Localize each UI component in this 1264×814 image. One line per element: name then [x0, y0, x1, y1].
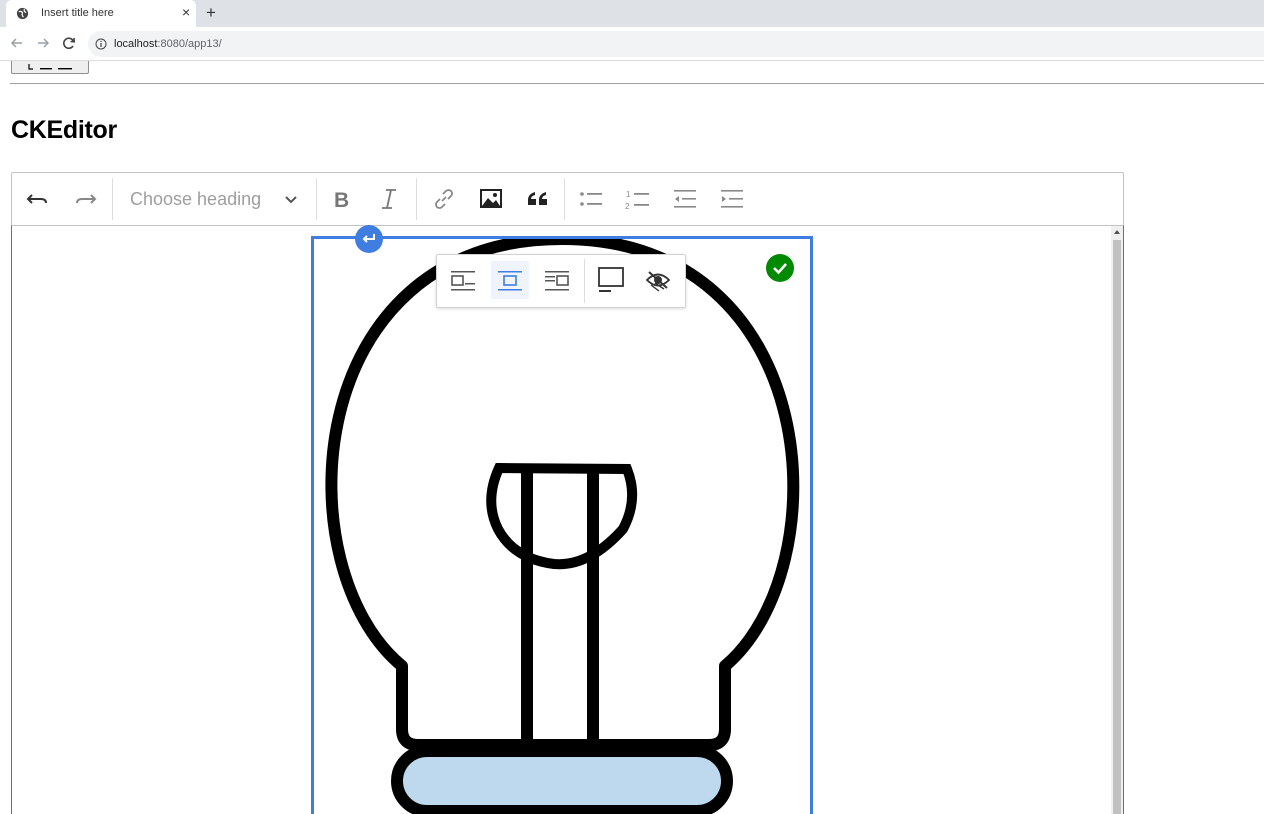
editor-content-area[interactable]	[11, 225, 1124, 814]
redo-icon[interactable]	[72, 186, 98, 212]
svg-text:2: 2	[625, 202, 630, 211]
partial-button-glyph	[28, 64, 72, 70]
bulleted-list-icon[interactable]	[578, 186, 604, 212]
reload-icon[interactable]	[61, 35, 77, 51]
image-icon[interactable]	[478, 186, 504, 212]
svg-text:1: 1	[626, 190, 631, 199]
ckeditor: Choose heading B 1 2	[11, 172, 1124, 814]
partial-button[interactable]	[11, 61, 89, 74]
image-fullwidth-icon[interactable]	[592, 261, 630, 299]
scroll-up-icon[interactable]	[1114, 230, 1120, 234]
new-tab-button[interactable]: +	[206, 3, 216, 23]
image-toolbar-separator	[584, 259, 585, 303]
link-icon[interactable]	[431, 186, 457, 212]
chevron-down-icon	[285, 196, 297, 204]
divider	[10, 83, 1264, 84]
italic-icon[interactable]	[376, 186, 402, 212]
forward-icon[interactable]	[35, 35, 51, 51]
image-align-left-icon[interactable]	[444, 261, 482, 299]
numbered-list-icon[interactable]: 1 2	[625, 186, 651, 212]
outdent-icon[interactable]	[672, 186, 698, 212]
omnibox[interactable]	[88, 31, 1264, 57]
heading-dropdown-label: Choose heading	[130, 189, 262, 209]
editor-scrollbar[interactable]	[1111, 226, 1123, 814]
svg-text:B: B	[334, 189, 349, 212]
lightbulb-image	[325, 239, 800, 814]
tab-close-button[interactable]: ×	[182, 5, 190, 19]
indent-icon[interactable]	[719, 186, 745, 212]
toolbar-separator	[564, 178, 565, 220]
info-icon[interactable]	[95, 38, 107, 50]
image-align-center-icon[interactable]	[491, 261, 529, 299]
insert-paragraph-icon[interactable]	[355, 225, 383, 253]
image-align-right-icon[interactable]	[538, 261, 576, 299]
page-content: CKEditor Choose heading B 1 2	[0, 61, 1264, 814]
page-title: CKEditor	[11, 116, 117, 144]
hide-icon[interactable]	[639, 261, 677, 299]
browser-tab-bar: Insert title here × +	[0, 0, 1264, 27]
selected-image[interactable]	[311, 236, 813, 814]
check-icon	[766, 254, 794, 282]
tab-title: Insert title here	[41, 7, 114, 19]
url-host: localhost	[114, 38, 158, 50]
back-icon[interactable]	[9, 35, 25, 51]
url-path: :8080/app13/	[157, 38, 222, 50]
editor-toolbar: Choose heading B 1 2	[11, 172, 1124, 226]
toolbar-separator	[112, 178, 113, 220]
scrollbar-thumb[interactable]	[1113, 240, 1121, 814]
image-toolbar	[436, 254, 686, 308]
undo-icon[interactable]	[25, 186, 51, 212]
globe-icon	[16, 7, 29, 20]
toolbar-separator	[416, 178, 417, 220]
toolbar-separator	[316, 178, 317, 220]
browser-tab[interactable]: Insert title here ×	[6, 0, 196, 27]
blockquote-icon[interactable]	[525, 186, 551, 212]
bold-icon[interactable]: B	[330, 186, 356, 212]
heading-dropdown[interactable]: Choose heading	[118, 181, 310, 217]
url-text[interactable]: localhost:8080/app13/	[114, 38, 222, 50]
